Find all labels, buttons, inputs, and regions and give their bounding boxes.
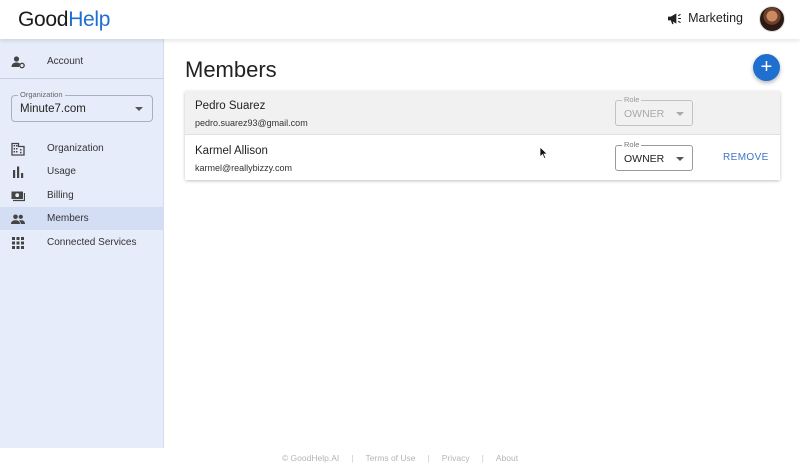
sidebar-item-members[interactable]: Members bbox=[0, 207, 164, 230]
account-settings-icon bbox=[11, 55, 25, 69]
member-name: Pedro Suarez bbox=[195, 100, 266, 112]
sidebar-item-account[interactable]: Account bbox=[0, 50, 164, 73]
user-avatar[interactable] bbox=[759, 6, 785, 32]
logo-text-help: Help bbox=[68, 8, 111, 31]
role-select-label: Role bbox=[622, 140, 642, 149]
footer: © GoodHelp.AI | Terms of Use | Privacy |… bbox=[0, 448, 800, 468]
footer-link-about[interactable]: About bbox=[496, 453, 518, 463]
sidebar: Account Organization Minute7.com Organiz… bbox=[0, 39, 164, 448]
page-title: Members bbox=[185, 57, 277, 82]
chevron-down-icon bbox=[135, 107, 143, 111]
member-row: Karmel Allison karmel@reallybizzy.com Ro… bbox=[185, 136, 780, 180]
sidebar-divider bbox=[0, 78, 164, 79]
sidebar-item-label: Account bbox=[47, 56, 84, 67]
member-email: pedro.suarez93@gmail.com bbox=[195, 118, 308, 128]
add-member-button[interactable]: + bbox=[753, 54, 780, 81]
app-header: GoodHelp Marketing bbox=[0, 0, 800, 39]
megaphone-icon bbox=[668, 12, 682, 24]
workspace-switcher[interactable]: Marketing bbox=[667, 11, 743, 25]
mouse-cursor-icon bbox=[539, 146, 549, 160]
sidebar-item-usage[interactable]: Usage bbox=[0, 160, 164, 183]
sidebar-item-label: Billing bbox=[47, 190, 74, 201]
footer-separator: | bbox=[351, 453, 354, 463]
main-content: Members + Pedro Suarez pedro.suarez93@gm… bbox=[165, 39, 800, 448]
app-logo[interactable]: GoodHelp bbox=[18, 8, 110, 32]
logo-text-good: Good bbox=[18, 8, 69, 31]
sidebar-item-label: Organization bbox=[47, 143, 104, 154]
chevron-down-icon bbox=[676, 157, 684, 161]
people-icon bbox=[11, 212, 25, 226]
role-select-value: OWNER bbox=[624, 108, 665, 120]
role-select: Role OWNER bbox=[615, 95, 693, 126]
member-name: Karmel Allison bbox=[195, 145, 268, 157]
role-select[interactable]: Role OWNER bbox=[615, 140, 693, 171]
remove-member-button[interactable]: REMOVE bbox=[723, 152, 769, 163]
footer-separator: | bbox=[481, 453, 484, 463]
role-select-label: Role bbox=[622, 95, 642, 104]
sidebar-item-label: Members bbox=[47, 213, 89, 224]
sidebar-item-connected-services[interactable]: Connected Services bbox=[0, 231, 164, 254]
member-email: karmel@reallybizzy.com bbox=[195, 163, 292, 173]
organization-select[interactable]: Organization Minute7.com bbox=[11, 90, 153, 122]
building-icon bbox=[11, 142, 25, 156]
sidebar-item-label: Usage bbox=[47, 166, 76, 177]
members-list: Pedro Suarez pedro.suarez93@gmail.com Ro… bbox=[185, 91, 780, 180]
sidebar-item-label: Connected Services bbox=[47, 237, 137, 248]
member-row: Pedro Suarez pedro.suarez93@gmail.com Ro… bbox=[185, 91, 780, 135]
footer-copyright: © GoodHelp.AI bbox=[281, 453, 340, 463]
grid-icon bbox=[11, 236, 25, 250]
chevron-down-icon bbox=[676, 112, 684, 116]
workspace-label: Marketing bbox=[688, 11, 743, 25]
footer-link-terms[interactable]: Terms of Use bbox=[365, 453, 415, 463]
organization-select-label: Organization bbox=[18, 90, 65, 99]
role-select-value: OWNER bbox=[624, 153, 665, 165]
footer-separator: | bbox=[427, 453, 430, 463]
organization-select-value: Minute7.com bbox=[20, 103, 86, 115]
sidebar-item-billing[interactable]: Billing bbox=[0, 184, 164, 207]
footer-link-privacy[interactable]: Privacy bbox=[442, 453, 470, 463]
bar-chart-icon bbox=[11, 165, 25, 179]
money-icon bbox=[11, 189, 25, 203]
sidebar-item-organization[interactable]: Organization bbox=[0, 137, 164, 160]
